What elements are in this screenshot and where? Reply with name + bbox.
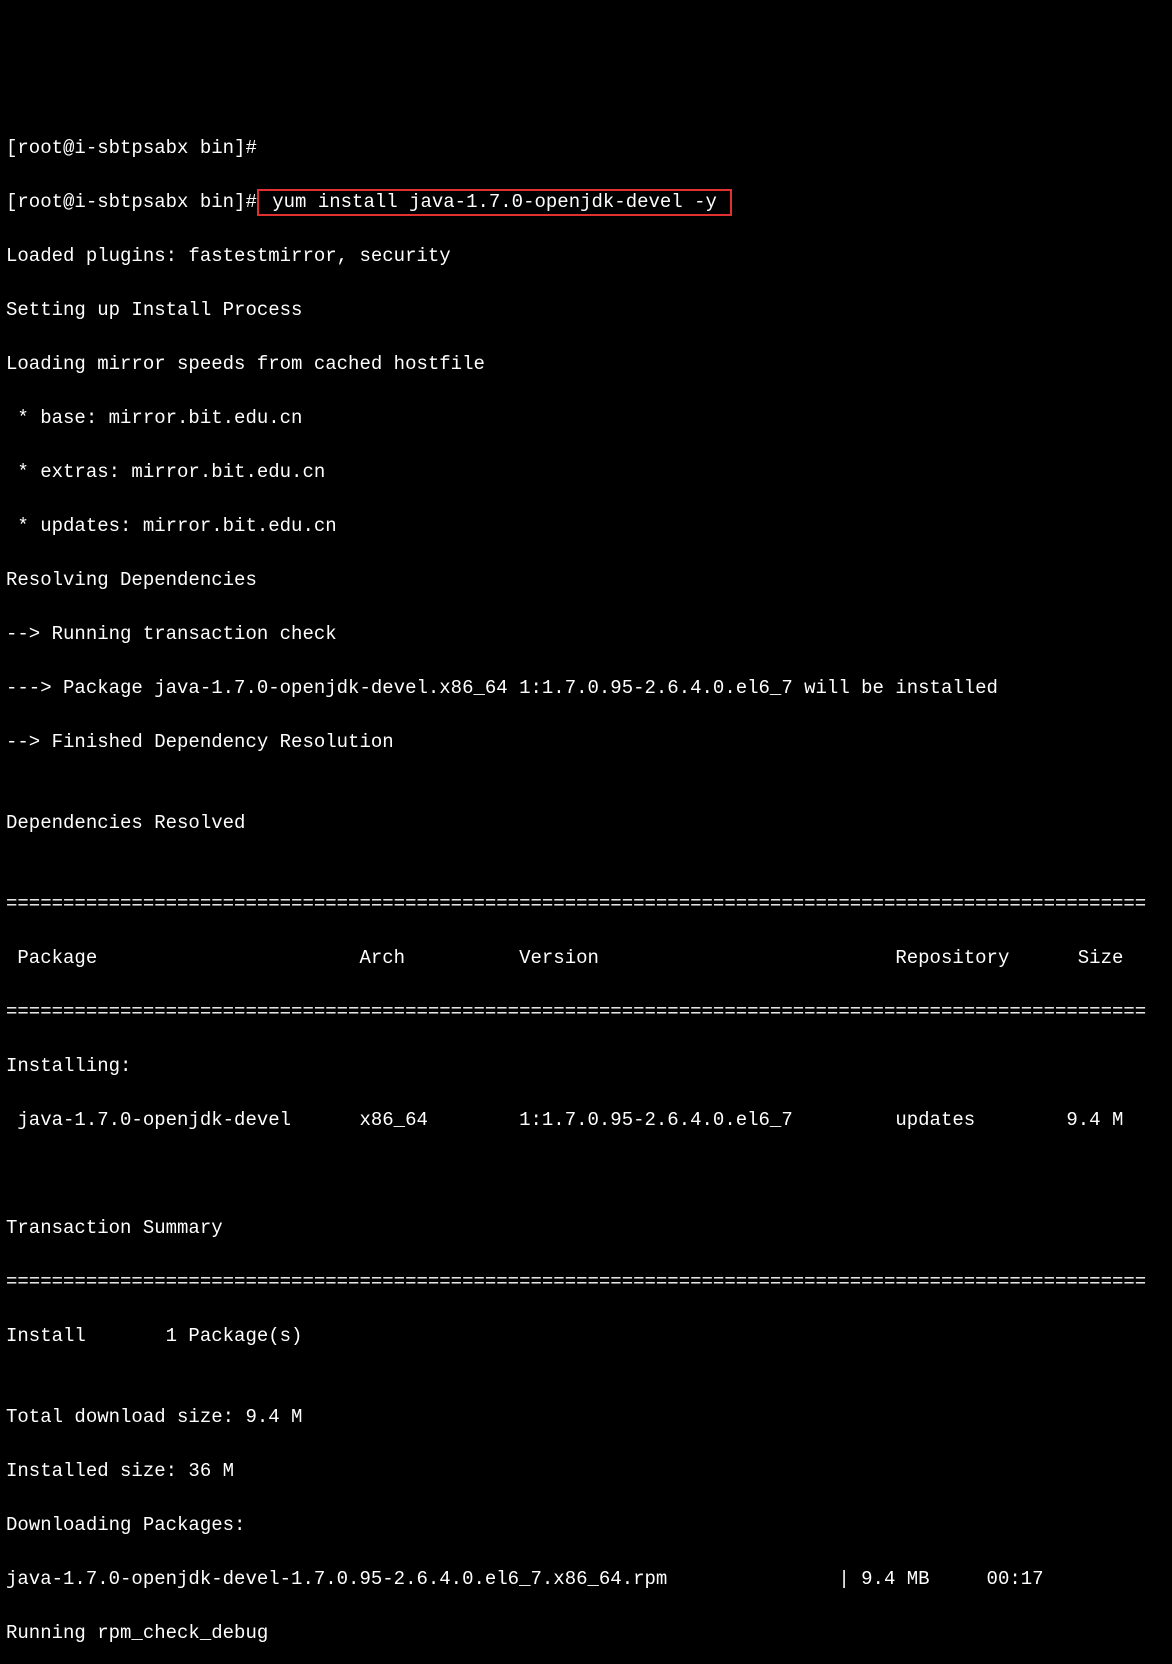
installing-header: Installing: xyxy=(6,1053,1166,1080)
separator-line: ========================================… xyxy=(6,1269,1166,1296)
prompt-prev-line: [root@i-sbtpsabx bin]# xyxy=(6,135,1166,162)
out-line: Loaded plugins: fastestmirror, security xyxy=(6,243,1166,270)
out-line: * extras: mirror.bit.edu.cn xyxy=(6,459,1166,486)
out-line: Total download size: 9.4 M xyxy=(6,1404,1166,1431)
out-line: Resolving Dependencies xyxy=(6,567,1166,594)
shell-prompt: [root@i-sbtpsabx bin]# xyxy=(6,191,257,213)
out-line: * updates: mirror.bit.edu.cn xyxy=(6,513,1166,540)
command-highlight: yum install java-1.7.0-openjdk-devel -y xyxy=(257,189,732,216)
out-line: Installed size: 36 M xyxy=(6,1458,1166,1485)
out-line: --> Running transaction check xyxy=(6,621,1166,648)
out-line: * base: mirror.bit.edu.cn xyxy=(6,405,1166,432)
out-line: Downloading Packages: xyxy=(6,1512,1166,1539)
package-row: java-1.7.0-openjdk-devel x86_64 1:1.7.0.… xyxy=(6,1107,1166,1134)
separator-line: ========================================… xyxy=(6,999,1166,1026)
table-header: Package Arch Version Repository Size xyxy=(6,945,1166,972)
out-line xyxy=(6,1161,1166,1188)
out-line: Running rpm_check_debug xyxy=(6,1620,1166,1647)
terminal-output[interactable]: [root@i-sbtpsabx bin]# [root@i-sbtpsabx … xyxy=(0,108,1172,1664)
transaction-summary: Transaction Summary xyxy=(6,1215,1166,1242)
out-line: --> Finished Dependency Resolution xyxy=(6,729,1166,756)
out-line: Dependencies Resolved xyxy=(6,810,1166,837)
install-count: Install 1 Package(s) xyxy=(6,1323,1166,1350)
out-line: Setting up Install Process xyxy=(6,297,1166,324)
prompt-line: [root@i-sbtpsabx bin]# yum install java-… xyxy=(6,189,1166,216)
download-progress-line: java-1.7.0-openjdk-devel-1.7.0.95-2.6.4.… xyxy=(6,1566,1166,1593)
out-line: Loading mirror speeds from cached hostfi… xyxy=(6,351,1166,378)
out-line: ---> Package java-1.7.0-openjdk-devel.x8… xyxy=(6,675,1166,702)
separator-line: ========================================… xyxy=(6,891,1166,918)
